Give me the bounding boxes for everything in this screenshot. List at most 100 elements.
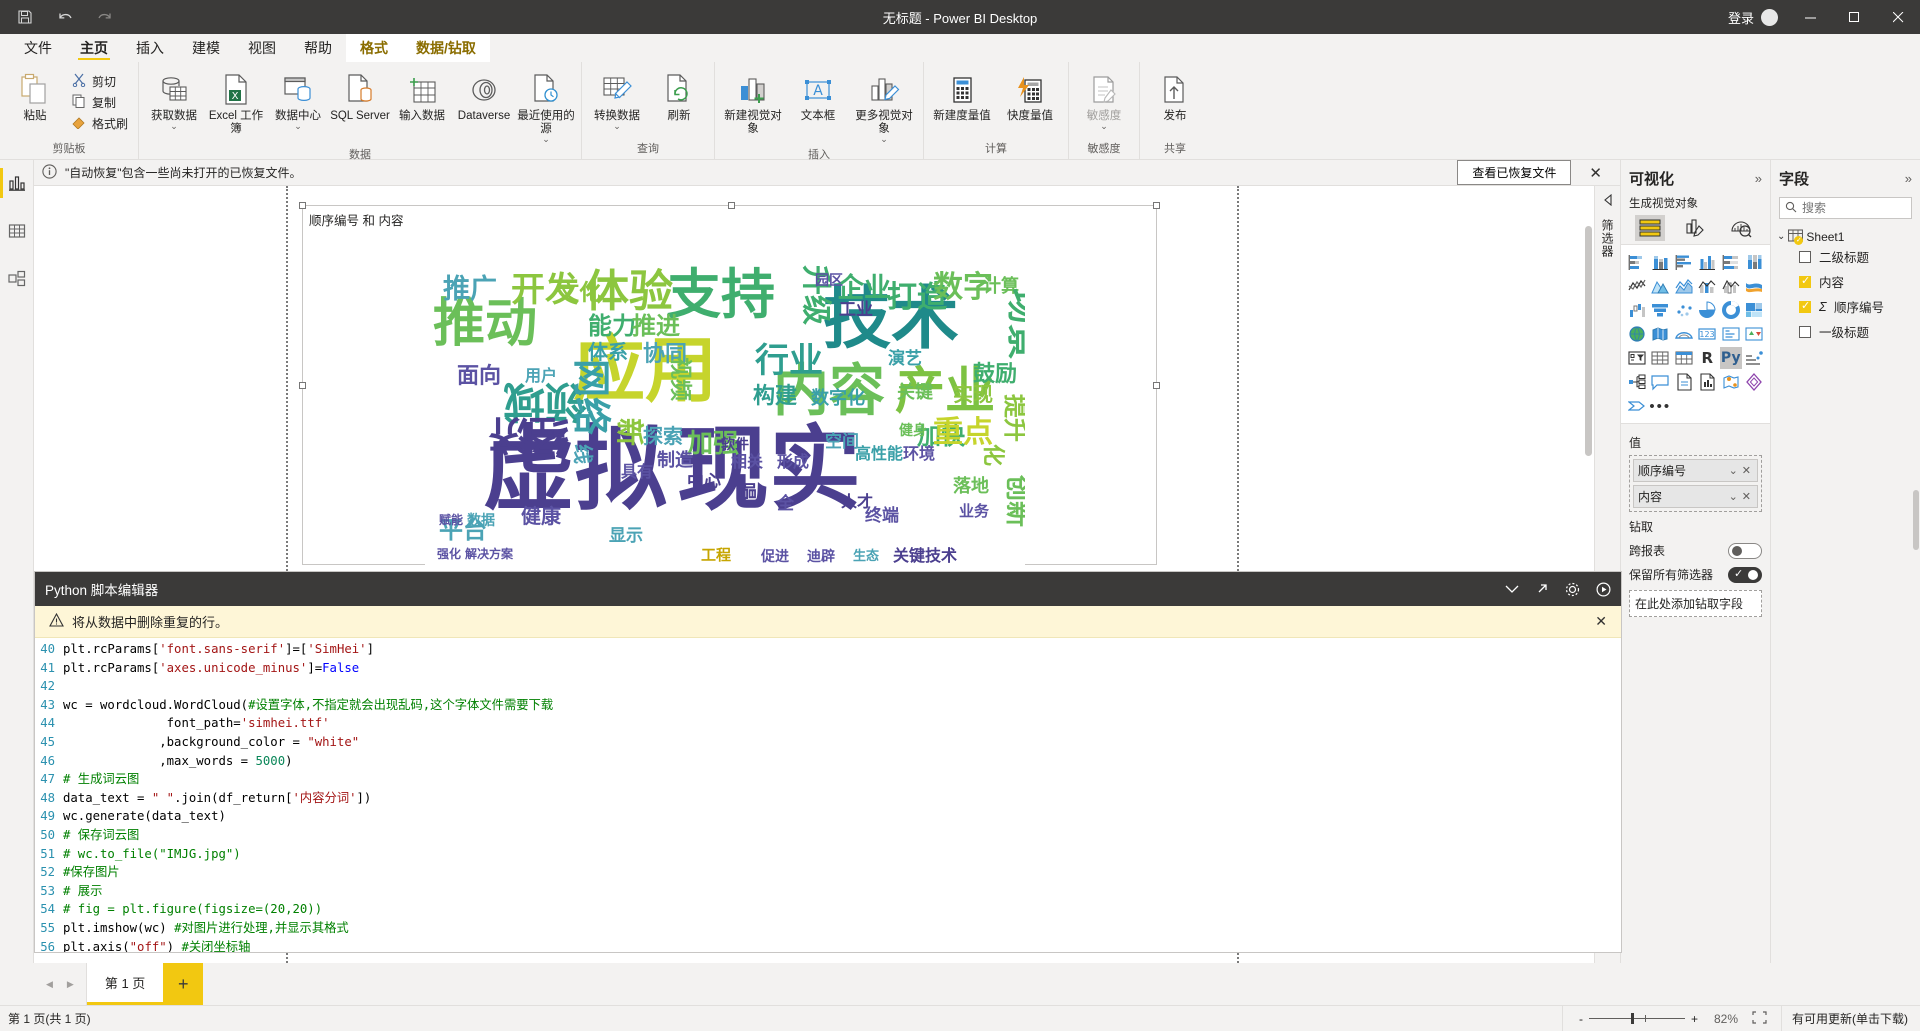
filter-expand-icon[interactable] [1602, 193, 1614, 209]
python-code-area[interactable]: 40 plt.rcParams['font.sans-serif']=['SimH… [35, 638, 1621, 952]
dataverse-button[interactable]: Dataverse [453, 67, 515, 126]
area-chart-icon[interactable] [1649, 275, 1671, 297]
more-options-icon[interactable]: ••• [1649, 395, 1671, 417]
chevron-down-icon[interactable]: ⌄ [1100, 122, 1108, 131]
gear-icon[interactable] [1565, 582, 1580, 597]
zoom-in-button[interactable]: + [1691, 1012, 1698, 1026]
chevron-down-icon[interactable]: ⌄ [1727, 464, 1740, 477]
stacked-bar-chart-icon[interactable] [1626, 251, 1648, 273]
clustered-column-chart-icon[interactable] [1696, 251, 1718, 273]
quick-measure-button[interactable]: 快度量值 [996, 67, 1064, 126]
power-automate-icon[interactable] [1626, 395, 1648, 417]
resize-handle-e[interactable] [1153, 382, 1160, 389]
chevron-down-icon[interactable]: ⌄ [880, 135, 888, 144]
azure-map-icon[interactable] [1720, 371, 1742, 393]
close-button[interactable] [1876, 0, 1920, 34]
line-clustered-column-chart-icon[interactable] [1720, 275, 1742, 297]
value-chip[interactable]: 顺序编号 ⌄ ✕ [1633, 459, 1758, 482]
kpi-icon[interactable] [1743, 323, 1765, 345]
publish-button[interactable]: 发布 [1144, 67, 1206, 126]
sign-in-button[interactable]: 登录 [1718, 8, 1788, 27]
remove-field-icon[interactable]: ✕ [1740, 490, 1753, 503]
ribbon-chart-icon[interactable] [1743, 275, 1765, 297]
update-available-link[interactable]: 有可用更新(单击下载) [1792, 1010, 1912, 1027]
chevron-down-icon[interactable]: ⌄ [542, 135, 550, 144]
new-visual-button[interactable]: 新建视觉对象 [719, 67, 787, 139]
field-checkbox[interactable] [1799, 274, 1811, 288]
waterfall-chart-icon[interactable] [1626, 299, 1648, 321]
ribbon-tab-file[interactable]: 文件 [10, 34, 66, 62]
excel-workbook-button[interactable]: X Excel 工作簿 [205, 67, 267, 139]
previous-page-icon[interactable]: ◀ [46, 979, 53, 990]
text-box-button[interactable]: A 文本框 [787, 67, 849, 126]
ribbon-tab-home[interactable]: 主页 [66, 34, 122, 62]
power-apps-icon[interactable] [1743, 371, 1765, 393]
pie-chart-icon[interactable] [1696, 299, 1718, 321]
data-hub-button[interactable]: 数据中心 ⌄ [267, 67, 329, 133]
zoom-thumb[interactable] [1630, 1013, 1634, 1024]
paste-button[interactable]: 粘贴 [4, 67, 66, 126]
chevron-down-icon[interactable]: ⌄ [170, 122, 178, 131]
run-play-icon[interactable] [1596, 581, 1611, 597]
zoom-out-button[interactable]: - [1579, 1012, 1583, 1026]
card-icon[interactable]: 123 [1696, 323, 1718, 345]
r-script-visual-icon[interactable]: R [1696, 347, 1718, 369]
ribbon-tab-help[interactable]: 帮助 [290, 34, 346, 62]
python-script-editor[interactable]: Python 脚本编辑器 将从数据中删除重复的行。 ✕ 40 plt.rcPara… [34, 571, 1622, 953]
treemap-icon[interactable] [1743, 299, 1765, 321]
table-icon[interactable] [1649, 347, 1671, 369]
chevron-down-icon[interactable]: ⌄ [1727, 490, 1740, 503]
resize-handle-w[interactable] [299, 382, 306, 389]
visual-type-gallery[interactable]: 123 R Py ••• [1621, 244, 1770, 424]
expand-arrow-icon[interactable] [1535, 582, 1549, 596]
new-measure-button[interactable]: 新建度量值 [928, 67, 996, 126]
canvas-vertical-scrollbar[interactable] [1585, 226, 1592, 456]
multi-row-card-icon[interactable] [1720, 323, 1742, 345]
field-checkbox[interactable] [1799, 250, 1811, 263]
refresh-button[interactable]: 刷新 [648, 67, 710, 126]
zoom-track[interactable] [1588, 1013, 1685, 1024]
chevron-down-icon[interactable]: ⌄ [294, 122, 302, 131]
resize-handle-ne[interactable] [1153, 202, 1160, 209]
field-checkbox[interactable] [1799, 299, 1811, 313]
100-stacked-bar-chart-icon[interactable] [1720, 251, 1742, 273]
chevron-down-icon[interactable] [1505, 585, 1519, 594]
python-script-visual-icon[interactable]: Py [1719, 347, 1742, 369]
table-grid-icon[interactable] [0, 216, 34, 246]
ribbon-tab-data-drill[interactable]: 数据/钻取 [402, 34, 490, 62]
donut-chart-icon[interactable] [1720, 299, 1742, 321]
100-stacked-column-chart-icon[interactable] [1743, 251, 1765, 273]
stacked-column-chart-icon[interactable] [1649, 251, 1671, 273]
fields-table-row[interactable]: ⌄ ✓ Sheet1 [1777, 229, 1914, 245]
sensitivity-button[interactable]: 敏感度 ⌄ [1073, 67, 1135, 133]
cut-button[interactable]: 剪切 [66, 71, 134, 92]
value-chip[interactable]: 内容 ⌄ ✕ [1633, 485, 1758, 508]
drill-through-dropzone[interactable]: 在此处添加钻取字段 [1629, 590, 1762, 617]
ribbon-tab-modeling[interactable]: 建模 [178, 34, 234, 62]
scatter-chart-icon[interactable] [1673, 299, 1695, 321]
analytics-icon[interactable] [1726, 215, 1756, 241]
save-icon[interactable] [14, 6, 36, 28]
transform-data-button[interactable]: 转换数据 ⌄ [586, 67, 648, 133]
warning-close-icon[interactable]: ✕ [1595, 613, 1607, 630]
map-icon[interactable] [1626, 323, 1648, 345]
expand-icon[interactable]: » [1905, 171, 1912, 186]
filled-map-icon[interactable] [1649, 323, 1671, 345]
report-chart-icon[interactable] [0, 168, 34, 198]
format-visual-icon[interactable] [1680, 215, 1710, 241]
recent-sources-button[interactable]: 最近使用的源 ⌄ [515, 67, 577, 146]
keep-all-filters-toggle[interactable] [1728, 566, 1762, 583]
chevron-expanded-icon[interactable]: ⌄ [1777, 231, 1785, 242]
chevron-down-icon[interactable]: ⌄ [613, 122, 621, 131]
search-input[interactable] [1802, 201, 1906, 215]
field-row[interactable]: 二级标题 [1777, 244, 1914, 269]
cross-report-toggle[interactable] [1728, 542, 1762, 559]
next-page-icon[interactable]: ▶ [67, 979, 74, 990]
format-painter-button[interactable]: 格式刷 [66, 113, 134, 134]
field-row[interactable]: 内容 [1777, 269, 1914, 294]
notification-close-icon[interactable]: ✕ [1579, 164, 1612, 182]
minimize-button[interactable] [1788, 0, 1832, 34]
matrix-icon[interactable] [1673, 347, 1695, 369]
get-data-button[interactable]: 获取数据 ⌄ [143, 67, 205, 133]
ribbon-tab-insert[interactable]: 插入 [122, 34, 178, 62]
